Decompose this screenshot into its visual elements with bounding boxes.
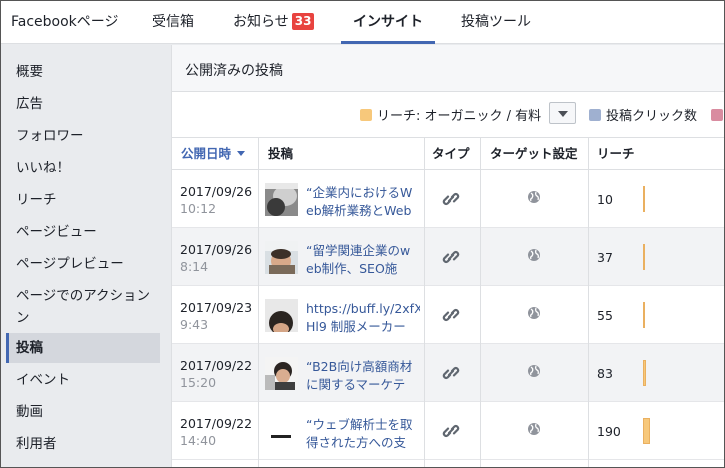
table-row[interactable]: 2017/09/26 8:14 “留学関連企業のw eb制作、SEO施 37 <box>172 228 724 286</box>
tab-inbox[interactable]: 受信箱 <box>152 1 194 44</box>
column-header-targeting[interactable]: ターゲット設定 <box>490 138 578 169</box>
main-panel: 公開済みの投稿 リーチ: オーガニック / 有料 投稿クリック数 公開日時 投稿… <box>171 45 724 467</box>
column-header-post[interactable]: 投稿 <box>268 138 293 169</box>
sidebar-item-reach[interactable]: リーチ <box>6 189 160 211</box>
tab-facebook-page[interactable]: Facebookページ <box>11 1 119 44</box>
sidebar-item-page-views[interactable]: ページビュー <box>6 221 160 243</box>
sidebar-item-followers[interactable]: フォロワー <box>6 125 160 147</box>
post-time: 8:14 <box>180 259 209 274</box>
app-frame: Facebookページ 受信箱 お知らせ 33 インサイト 投稿ツール 概要 広告… <box>0 0 725 468</box>
table-row[interactable]: 2017/09/26 10:12 “企業内におけるW eb解析業務とWeb 10 <box>172 170 724 228</box>
sidebar-item-page-actions-line1: ページでのアクション <box>16 288 151 304</box>
post-link[interactable]: “留学関連企業のw eb制作、SEO施 <box>306 242 420 278</box>
post-thumbnail[interactable] <box>265 241 298 274</box>
tab-insights[interactable]: インサイト <box>341 1 435 44</box>
column-divider <box>588 137 589 467</box>
post-date: 2017/09/23 <box>180 300 253 315</box>
reach-count: 190 <box>597 424 621 439</box>
reach-count: 83 <box>597 366 613 381</box>
page-title: 公開済みの投稿 <box>185 63 283 79</box>
post-thumbnail[interactable] <box>265 299 298 332</box>
legend-swatch-reach <box>360 109 372 121</box>
post-time: 14:40 <box>180 433 217 448</box>
sidebar-item-page-actions-line2: ン <box>16 310 30 326</box>
column-header-date-label: 公開日時 <box>181 146 232 161</box>
globe-icon <box>528 307 540 319</box>
link-icon <box>442 193 460 205</box>
tab-publishing-tools[interactable]: 投稿ツール <box>461 1 531 44</box>
post-link[interactable]: https://buff.ly/2xfX Hl9 制服メーカー <box>306 300 420 336</box>
post-link[interactable]: “ウェブ解析士を取 得された方への支 <box>306 416 420 452</box>
sidebar-item-likes[interactable]: いいね！ <box>6 157 160 179</box>
table-row[interactable]: 2017/09/22 14:40 “ウェブ解析士を取 得された方への支 190 <box>172 402 724 460</box>
legend-dropdown-button[interactable] <box>549 102 576 124</box>
post-date: 2017/09/26 <box>180 184 253 199</box>
post-time: 15:20 <box>180 375 217 390</box>
globe-icon <box>528 423 540 435</box>
post-thumbnail[interactable] <box>265 415 298 448</box>
table-row[interactable]: 2017/09/23 9:43 https://buff.ly/2xfX Hl9 … <box>172 286 724 344</box>
sidebar-item-page-previews[interactable]: ページプレビュー <box>6 253 160 275</box>
sidebar: 概要 広告 フォロワー いいね！ リーチ ページビュー ページプレビュー ページ… <box>1 45 171 467</box>
reach-bar <box>643 302 645 328</box>
column-header-type[interactable]: タイプ <box>432 138 470 169</box>
reach-bar <box>643 418 650 444</box>
column-divider <box>258 137 259 467</box>
sidebar-item-posts[interactable]: 投稿 <box>6 333 160 363</box>
table-row[interactable]: 2017/09/22 15:20 “B2B向け高額商材 に関するマーケテ 83 <box>172 344 724 402</box>
column-header-date[interactable]: 公開日時 <box>181 138 246 169</box>
reach-bar <box>643 244 645 270</box>
sidebar-item-videos[interactable]: 動画 <box>6 401 160 423</box>
legend-swatch-post-clicks <box>589 109 601 121</box>
globe-icon <box>528 365 540 377</box>
post-link[interactable]: “企業内におけるW eb解析業務とWeb <box>306 184 420 220</box>
post-date: 2017/09/22 <box>180 416 253 431</box>
reach-count: 37 <box>597 250 613 265</box>
legend-label-reach: リーチ: オーガニック / 有料 <box>377 109 542 124</box>
post-date: 2017/09/22 <box>180 358 253 373</box>
tab-notifications-label: お知らせ <box>233 14 289 30</box>
sidebar-item-people[interactable]: 利用者 <box>6 433 160 455</box>
tab-notifications[interactable]: お知らせ 33 <box>233 1 315 44</box>
panel-header: 公開済みの投稿 <box>172 45 724 92</box>
reach-count: 10 <box>597 192 613 207</box>
column-header-reach[interactable]: リーチ <box>597 138 635 169</box>
column-divider <box>480 137 481 467</box>
globe-icon <box>528 249 540 261</box>
sort-desc-icon <box>237 151 246 156</box>
globe-icon <box>528 191 540 203</box>
legend-swatch-reactions <box>711 109 723 121</box>
post-link[interactable]: “B2B向け高額商材 に関するマーケテ <box>306 358 420 394</box>
post-thumbnail[interactable] <box>265 183 298 216</box>
notification-count-badge: 33 <box>291 13 315 30</box>
sidebar-item-ads[interactable]: 広告 <box>6 93 160 115</box>
post-thumbnail[interactable] <box>265 357 298 390</box>
post-time: 9:43 <box>180 317 209 332</box>
link-icon <box>442 309 460 321</box>
reach-bar <box>643 360 646 386</box>
sidebar-item-overview[interactable]: 概要 <box>6 61 160 83</box>
link-icon <box>442 425 460 437</box>
post-time: 10:12 <box>180 201 217 216</box>
link-icon <box>442 367 460 379</box>
column-divider <box>424 137 425 467</box>
table-header: 公開日時 投稿 タイプ ターゲット設定 リーチ <box>172 137 724 170</box>
post-date: 2017/09/26 <box>180 242 253 257</box>
sidebar-item-events[interactable]: イベント <box>6 369 160 391</box>
legend-label-post-clicks: 投稿クリック数 <box>606 109 698 124</box>
sidebar-item-page-actions[interactable]: ページでのアクション ン <box>6 285 160 329</box>
reach-count: 55 <box>597 308 613 323</box>
reach-bar <box>643 186 645 212</box>
top-nav: Facebookページ 受信箱 お知らせ 33 インサイト 投稿ツール <box>1 1 724 44</box>
link-icon <box>442 251 460 263</box>
